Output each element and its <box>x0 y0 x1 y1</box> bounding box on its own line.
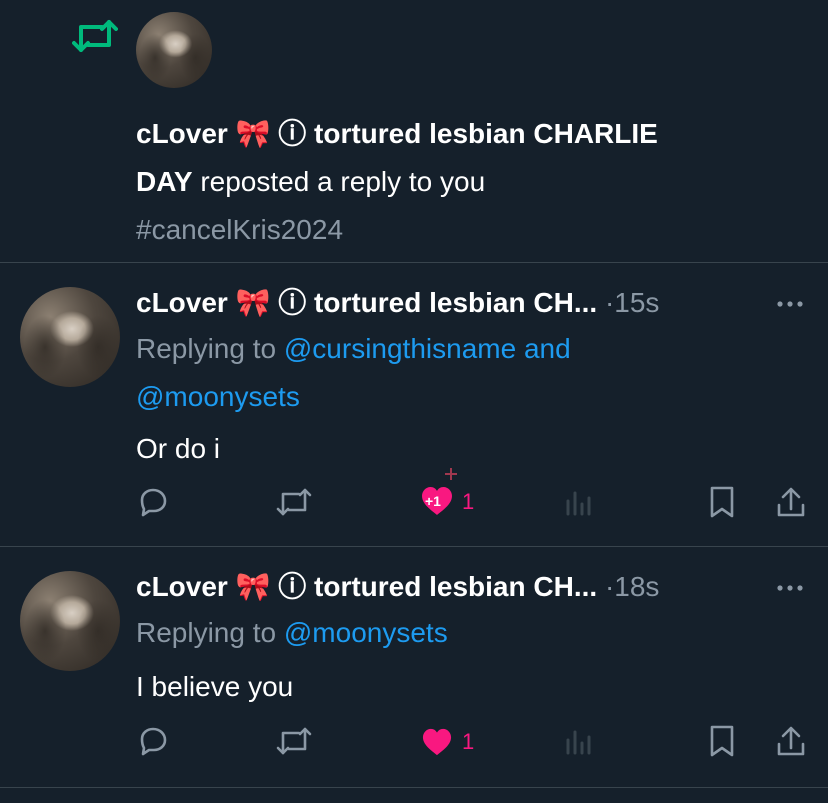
repost-icon <box>276 727 312 755</box>
repost-icon <box>72 18 118 54</box>
more-options-icon[interactable] <box>776 299 806 309</box>
views-button[interactable] <box>564 487 594 517</box>
tweet-2[interactable]: cLover 🎀 ⓘ tortured lesbian CH... ·18s R… <box>0 547 828 787</box>
like-button[interactable]: 1 <box>420 727 474 757</box>
repost-action-text: reposted a reply to you <box>192 166 486 197</box>
avatar[interactable] <box>20 571 120 671</box>
divider <box>0 787 828 788</box>
repost-icon <box>276 488 312 516</box>
replying-to: Replying to @moonysets <box>136 609 816 657</box>
share-button[interactable] <box>775 724 807 758</box>
author-name[interactable]: cLover 🎀 ⓘ tortured lesbian CH... <box>136 571 597 602</box>
more-options-icon[interactable] <box>776 583 806 593</box>
like-count: 1 <box>462 729 475 754</box>
timestamp[interactable]: 15s <box>614 287 659 318</box>
replying-prefix: Replying to <box>136 333 284 364</box>
timestamp[interactable]: 18s <box>614 571 659 602</box>
author-name[interactable]: cLover 🎀 ⓘ tortured lesbian CH... <box>136 287 597 318</box>
replying-users-link[interactable]: @moonysets <box>136 373 816 421</box>
reposter-name-line2[interactable]: DAY <box>136 166 193 197</box>
tweet-header: cLover 🎀 ⓘ tortured lesbian CH... ·18s <box>136 563 826 611</box>
tweet-header: cLover 🎀 ⓘ tortured lesbian CH... ·15s <box>136 279 826 327</box>
repost-button[interactable] <box>276 486 312 518</box>
analytics-icon <box>566 491 591 516</box>
separator-dot: · <box>604 287 615 318</box>
tweet-text: I believe you <box>136 671 294 702</box>
replying-users-link[interactable]: @cursingthisname and <box>284 333 571 364</box>
share-icon <box>777 726 805 756</box>
reply-button[interactable] <box>136 485 170 519</box>
reposter-hashtag[interactable]: #cancelKris2024 <box>136 206 816 254</box>
tweet-text: Or do i <box>136 433 221 464</box>
replying-users-link[interactable]: @moonysets <box>284 617 448 648</box>
views-button[interactable] <box>564 726 594 756</box>
bookmark-button[interactable] <box>708 485 736 519</box>
reply-icon <box>140 488 167 517</box>
share-button[interactable] <box>775 485 807 519</box>
replying-to: Replying to @cursingthisname and @moonys… <box>136 325 816 421</box>
separator-dot: · <box>604 571 615 602</box>
like-button[interactable]: +1 1 <box>420 463 474 519</box>
like-plus-badge: +1 <box>425 493 441 509</box>
replying-prefix: Replying to <box>136 617 284 648</box>
bookmark-icon <box>710 486 734 518</box>
bookmark-button[interactable] <box>708 724 736 758</box>
heart-icon <box>422 728 452 756</box>
bookmark-icon <box>710 725 734 757</box>
avatar[interactable] <box>136 12 212 88</box>
reply-button[interactable] <box>136 724 170 758</box>
like-count: 1 <box>462 489 475 514</box>
plus-sparkle-icon <box>445 468 457 480</box>
repost-notification-text[interactable]: cLover 🎀 ⓘ tortured lesbian CHARLIE DAY … <box>136 110 816 254</box>
tweet-1[interactable]: cLover 🎀 ⓘ tortured lesbian CH... ·15s R… <box>0 263 828 546</box>
reply-icon <box>140 727 167 756</box>
reposter-name-line1[interactable]: cLover 🎀 ⓘ tortured lesbian CHARLIE <box>136 110 816 158</box>
avatar[interactable] <box>20 287 120 387</box>
repost-button[interactable] <box>276 725 312 757</box>
share-icon <box>777 487 805 517</box>
analytics-icon <box>566 730 591 755</box>
